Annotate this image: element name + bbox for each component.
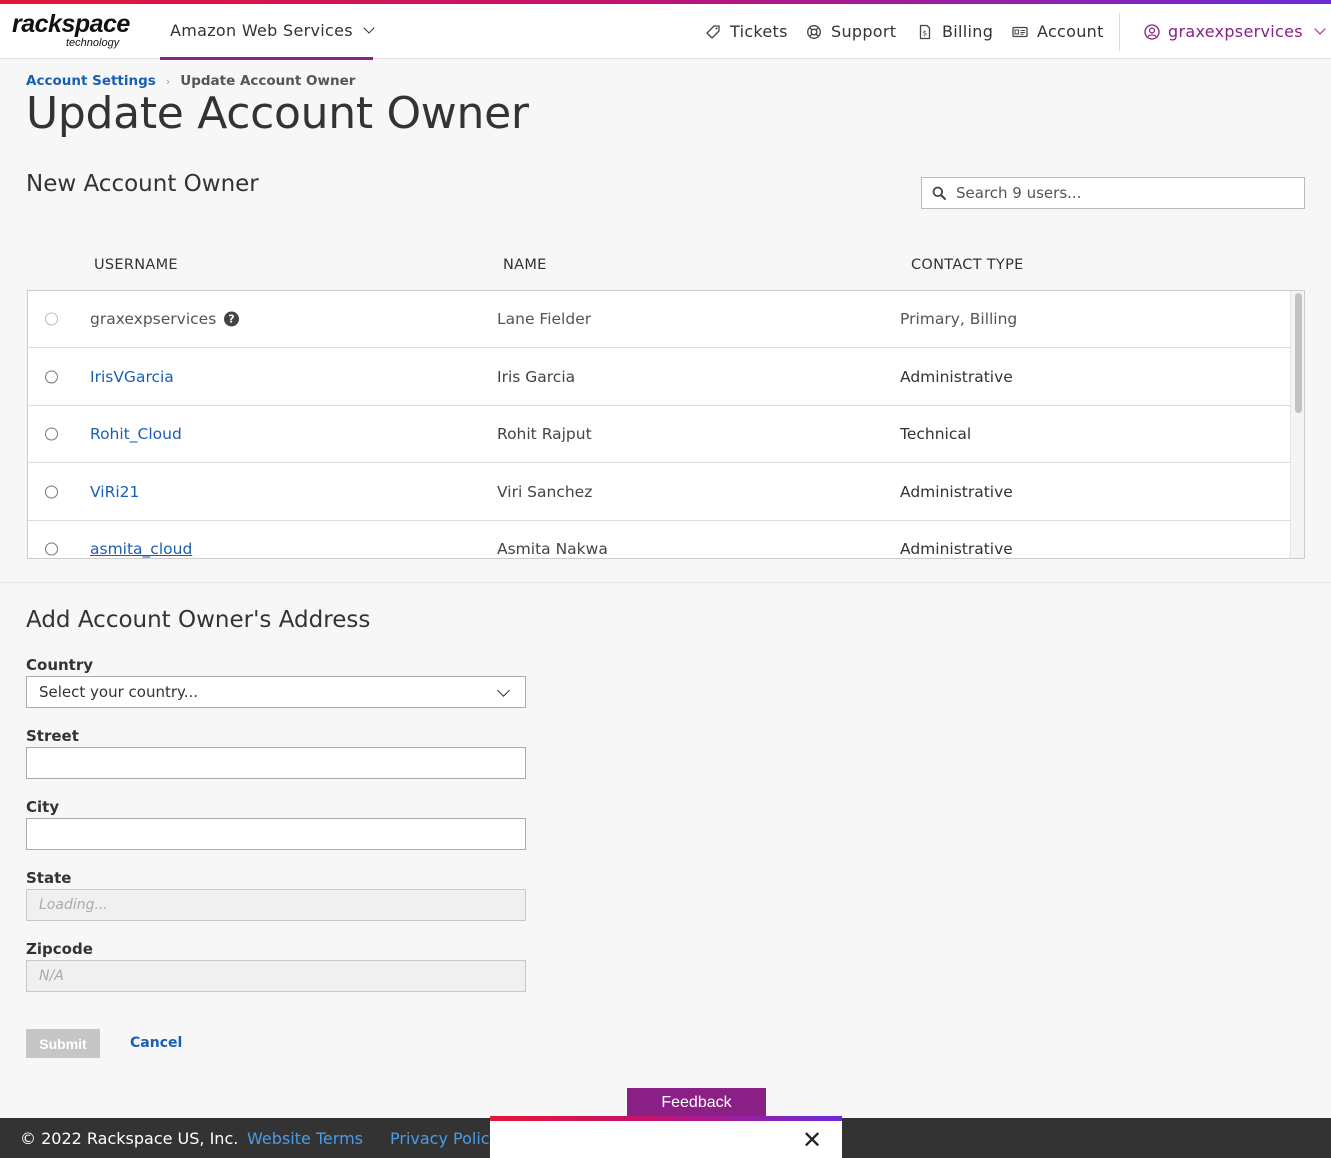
users-table: graxexpservices ? Lane Fielder Primary, … [27,290,1305,559]
page-title: Update Account Owner [26,88,529,139]
table-row: graxexpservices ? Lane Fielder Primary, … [28,291,1290,348]
table-row[interactable]: Rohit_Cloud Rohit Rajput Technical [28,406,1290,463]
state-label: State [26,869,72,887]
submit-button[interactable]: Submit [26,1029,100,1058]
table-row[interactable]: ViRi21 Viri Sanchez Administrative [28,464,1290,521]
nav-support[interactable]: Support [806,4,896,59]
column-username[interactable]: USERNAME [94,257,178,273]
username-cell: graxexpservices [90,310,217,328]
zipcode-label: Zipcode [26,940,93,958]
zipcode-placeholder: N/A [39,968,64,984]
column-name[interactable]: NAME [503,257,547,273]
contact-type-cell: Administrative [900,368,1013,386]
chevron-down-icon [1314,23,1326,35]
nav-tickets[interactable]: Tickets [705,4,788,59]
country-label: Country [26,656,94,674]
chevron-down-icon [363,22,375,34]
user-search [921,177,1305,209]
contact-type-cell: Primary, Billing [900,310,1018,328]
nav-billing[interactable]: $ Billing [917,4,993,59]
owner-radio[interactable] [45,370,58,384]
contact-type-cell: Administrative [900,540,1013,558]
column-contact-type[interactable]: CONTACT TYPE [911,257,1024,273]
city-label: City [26,798,60,816]
chevron-right-icon: › [165,74,171,88]
owner-radio[interactable] [45,427,58,441]
id-card-icon [1012,24,1028,40]
feedback-panel: ✕ [490,1116,842,1158]
state-field: Loading... [26,889,526,921]
nav-support-label: Support [831,22,897,41]
user-menu-label: graxexpservices [1168,22,1303,41]
street-label: Street [26,727,79,745]
state-placeholder: Loading... [39,897,108,913]
lifebuoy-icon [806,24,822,40]
country-select[interactable]: Select your country... [26,676,526,708]
logo-wordmark: rackspace [12,10,130,38]
address-heading: Add Account Owner's Address [26,607,371,633]
website-terms-link[interactable]: Website Terms [247,1129,363,1148]
table-header: USERNAME NAME CONTACT TYPE [0,257,1331,277]
rackspace-logo[interactable]: rackspace technology [12,10,132,54]
owner-radio[interactable] [45,542,58,556]
username-link[interactable]: ViRi21 [90,483,139,501]
copyright-text: © 2022 Rackspace US, Inc. [20,1129,239,1148]
username-link[interactable]: Rohit_Cloud [90,425,182,443]
search-input[interactable] [956,184,1286,202]
table-row[interactable]: IrisVGarcia Iris Garcia Administrative [28,349,1290,406]
username-link[interactable]: asmita_cloud [90,540,192,558]
nav-account-label: Account [1037,22,1104,41]
svg-text:$: $ [923,29,928,37]
user-menu[interactable]: graxexpservices [1144,4,1326,59]
breadcrumb-current: Update Account Owner [180,73,356,89]
contact-type-cell: Administrative [900,483,1013,501]
scrollbar-thumb[interactable] [1295,293,1302,413]
feedback-button[interactable]: Feedback [627,1088,766,1118]
new-owner-heading: New Account Owner [26,171,259,197]
country-select-value: Select your country... [39,683,199,701]
close-icon[interactable]: ✕ [802,1128,822,1152]
privacy-policy-link[interactable]: Privacy Policy [390,1129,499,1148]
name-cell: Lane Fielder [497,310,592,328]
name-cell: Rohit Rajput [497,425,592,443]
breadcrumb: Account Settings › Update Account Owner [26,73,355,89]
logo-subtitle: technology [66,37,120,49]
name-cell: Asmita Nakwa [497,540,608,558]
city-field[interactable] [26,818,526,850]
product-switcher[interactable]: Amazon Web Services [160,4,375,60]
zipcode-field: N/A [26,960,526,992]
nav-divider [1119,13,1120,51]
owner-radio [45,312,58,326]
section-divider [0,582,1331,583]
breadcrumb-account-settings[interactable]: Account Settings [26,73,156,89]
panel-stripe [490,1116,842,1121]
name-cell: Viri Sanchez [497,483,593,501]
table-row[interactable]: asmita_cloud Asmita Nakwa Administrative [28,521,1290,558]
username-link[interactable]: IrisVGarcia [90,368,174,386]
chevron-down-icon [497,684,510,697]
top-navbar: rackspace technology Amazon Web Services… [0,4,1331,60]
owner-radio[interactable] [45,485,58,499]
name-cell: Iris Garcia [497,368,576,386]
invoice-icon: $ [917,24,933,40]
ticket-icon [705,24,721,40]
nav-tickets-label: Tickets [730,22,788,41]
user-icon [1144,23,1160,40]
search-icon [932,186,946,200]
contact-type-cell: Technical [900,425,972,443]
nav-account[interactable]: Account [1012,4,1104,59]
product-label: Amazon Web Services [170,21,353,40]
table-scrollbar[interactable] [1290,291,1304,558]
cancel-link[interactable]: Cancel [130,1035,182,1051]
help-icon[interactable]: ? [224,311,239,327]
nav-billing-label: Billing [942,22,994,41]
street-field[interactable] [26,747,526,779]
